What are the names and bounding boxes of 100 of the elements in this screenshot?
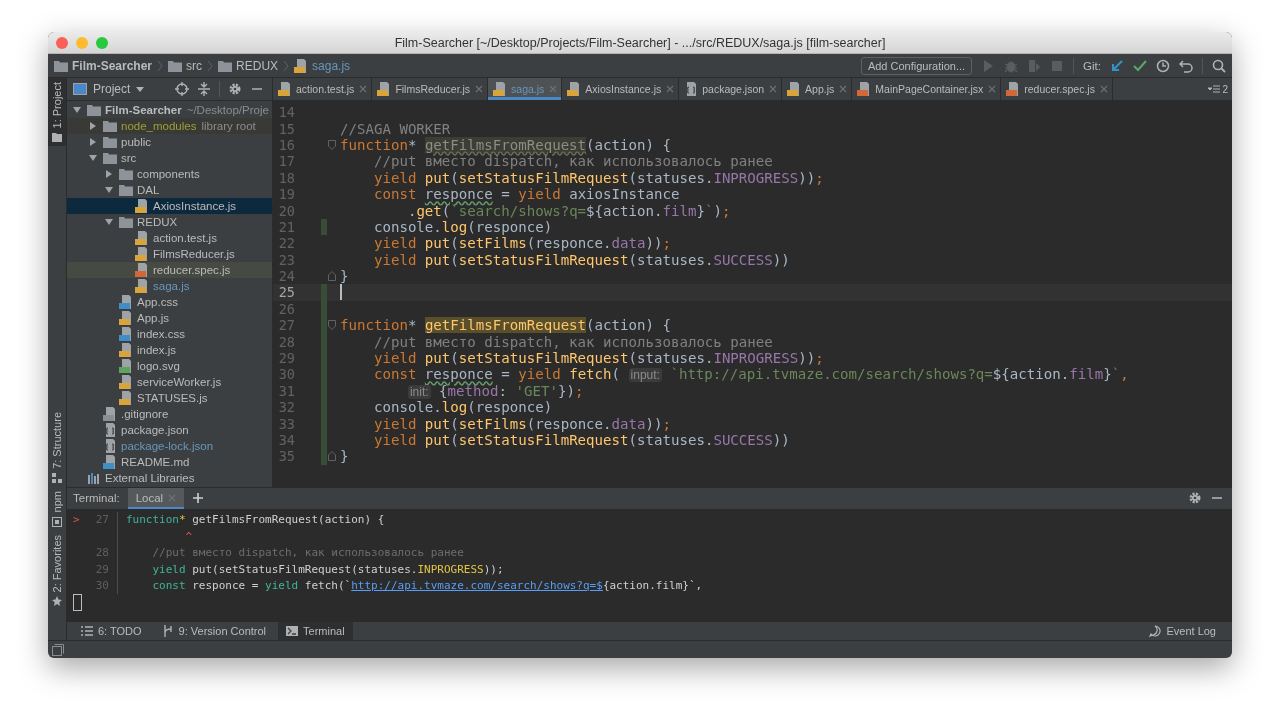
breadcrumb[interactable]: REDUX	[218, 58, 279, 73]
tool-window-tab[interactable]: 1: Project	[48, 78, 66, 147]
session-tab[interactable]: Local	[127, 487, 185, 509]
folder-icon	[54, 59, 68, 72]
editor-tab[interactable]: AxiosInstance.js	[562, 78, 680, 100]
tree-item[interactable]: App.css	[67, 294, 272, 310]
tree-item[interactable]: DAL	[67, 182, 272, 198]
editor-tab[interactable]: App.js	[782, 78, 853, 100]
tree-item[interactable]: package-lock.json	[67, 438, 272, 454]
add-configuration-button[interactable]: Add Configuration...	[860, 56, 973, 75]
tree-item[interactable]: public	[67, 134, 272, 150]
expand-arrow-icon[interactable]	[89, 154, 97, 162]
tree-item[interactable]: README.md	[67, 454, 272, 470]
checkmark-icon[interactable]	[1133, 58, 1147, 73]
tree-item[interactable]: src	[67, 150, 272, 166]
terminal-line: yield put(setStatusFilmRequest(statuses.INPROGRESS));	[151, 562, 504, 576]
close-icon[interactable]	[839, 85, 848, 93]
tree-item[interactable]: saga.js	[67, 278, 272, 294]
close-icon[interactable]	[475, 85, 484, 93]
tree-item[interactable]: node_modules library root	[67, 118, 272, 134]
code-line: //SAGA WORKER	[340, 120, 451, 137]
tree-item[interactable]: package.json	[67, 422, 272, 438]
tree-item[interactable]: FilmsReducer.js	[67, 246, 272, 262]
line-number: 18	[277, 169, 295, 186]
undo-icon[interactable]	[1179, 58, 1193, 73]
zoom-window-button[interactable]	[96, 36, 108, 49]
close-icon[interactable]	[988, 85, 997, 93]
expand-arrow-icon[interactable]	[89, 122, 97, 130]
expand-arrow-icon[interactable]	[105, 170, 113, 178]
search-icon[interactable]	[1212, 58, 1226, 73]
file-icon	[135, 199, 149, 213]
tree-item[interactable]: .gitignore	[67, 406, 272, 422]
terminal-line: function* getFilmsFromRequest(action) {	[126, 513, 385, 527]
arrow-icon[interactable]	[1110, 58, 1124, 73]
file-icon	[135, 247, 149, 261]
expand-arrow-icon[interactable]	[105, 218, 113, 226]
tree-item[interactable]: logo.svg	[67, 358, 272, 374]
line-number: 16	[277, 136, 295, 153]
terminal-line: //put вместо dispatch, как использовалось ранее	[151, 546, 464, 560]
close-window-button[interactable]	[56, 36, 68, 49]
list-icon	[1208, 85, 1221, 93]
plus-icon[interactable]	[192, 492, 205, 505]
folder-icon	[103, 152, 117, 164]
json-file-icon	[103, 423, 117, 437]
tree-item[interactable]: External Libraries	[67, 470, 272, 486]
crosshair-icon[interactable]	[175, 82, 189, 96]
tool-window-tab[interactable]: 2: Favorites	[48, 530, 66, 610]
file-icon	[119, 375, 133, 389]
expand-arrow-icon[interactable]	[105, 186, 113, 194]
tree-item[interactable]: components	[67, 166, 272, 182]
settings-icon[interactable]	[228, 82, 242, 96]
expand-arrow-icon[interactable]	[89, 138, 97, 146]
code-line: init: {method: 'GET'});	[406, 382, 584, 399]
branch-icon	[161, 625, 174, 638]
settings-icon[interactable]	[1188, 491, 1202, 506]
close-icon[interactable]	[769, 85, 778, 93]
breadcrumb[interactable]: Film-Searcher	[54, 58, 153, 73]
fold-icon[interactable]	[327, 320, 336, 331]
tree-item[interactable]: STATUSES.js	[67, 390, 272, 406]
fold-icon[interactable]	[327, 139, 336, 150]
line-number: 20	[277, 202, 295, 219]
tree-item[interactable]: Film-Searcher ~/Desktop/Proje	[67, 102, 272, 118]
fold-icon[interactable]	[327, 271, 336, 282]
expand-arrow-icon[interactable]	[73, 106, 81, 114]
tool-window-tab[interactable]: Terminal	[278, 622, 353, 640]
tab-list-button[interactable]: 2	[1204, 78, 1232, 100]
editor-tab[interactable]: reducer.spec.js	[1001, 78, 1113, 100]
breadcrumb[interactable]: saga.js	[294, 58, 351, 73]
editor-tab[interactable]: package.json	[679, 78, 783, 100]
close-icon[interactable]	[666, 85, 675, 93]
breadcrumb[interactable]: src	[168, 58, 203, 73]
tree-item[interactable]: AxiosInstance.js	[67, 198, 272, 214]
tool-window-tab[interactable]: 7: Structure	[48, 408, 66, 488]
tool-window-tab[interactable]: npm	[48, 487, 66, 531]
editor-tab[interactable]: MainPageContainer.jsx	[852, 78, 1002, 100]
tree-item[interactable]: index.css	[67, 326, 272, 342]
file-icon	[857, 82, 872, 96]
tree-item[interactable]: reducer.spec.js	[67, 262, 272, 278]
tree-item[interactable]: serviceWorker.js	[67, 374, 272, 390]
line-number: 29	[277, 350, 295, 367]
collapse-all-icon[interactable]	[197, 82, 211, 96]
project-view-dropdown[interactable]: Project	[73, 82, 145, 96]
tree-item[interactable]: action.test.js	[67, 230, 272, 246]
clock-icon[interactable]	[1156, 58, 1170, 73]
tree-item[interactable]: index.js	[67, 342, 272, 358]
line-number: 27	[277, 317, 295, 334]
close-icon[interactable]	[359, 85, 368, 93]
close-icon[interactable]	[1099, 85, 1108, 93]
fold-icon[interactable]	[327, 451, 336, 462]
tree-item[interactable]: App.js	[67, 310, 272, 326]
libraries-icon	[87, 471, 101, 485]
editor-tab[interactable]: action.test.js	[273, 78, 373, 100]
close-icon[interactable]	[549, 85, 558, 93]
event-log-button[interactable]: Event Log	[1141, 622, 1224, 640]
file-icon	[1006, 82, 1021, 96]
tool-window-tab[interactable]: 9: Version Control	[153, 622, 275, 640]
layout-icon[interactable]	[52, 643, 64, 656]
code-line: //put вместо dispatch, как использовалось ранее	[372, 153, 773, 170]
tool-window-tab[interactable]: 6: TODO	[73, 622, 150, 640]
tree-item[interactable]: REDUX	[67, 214, 272, 230]
